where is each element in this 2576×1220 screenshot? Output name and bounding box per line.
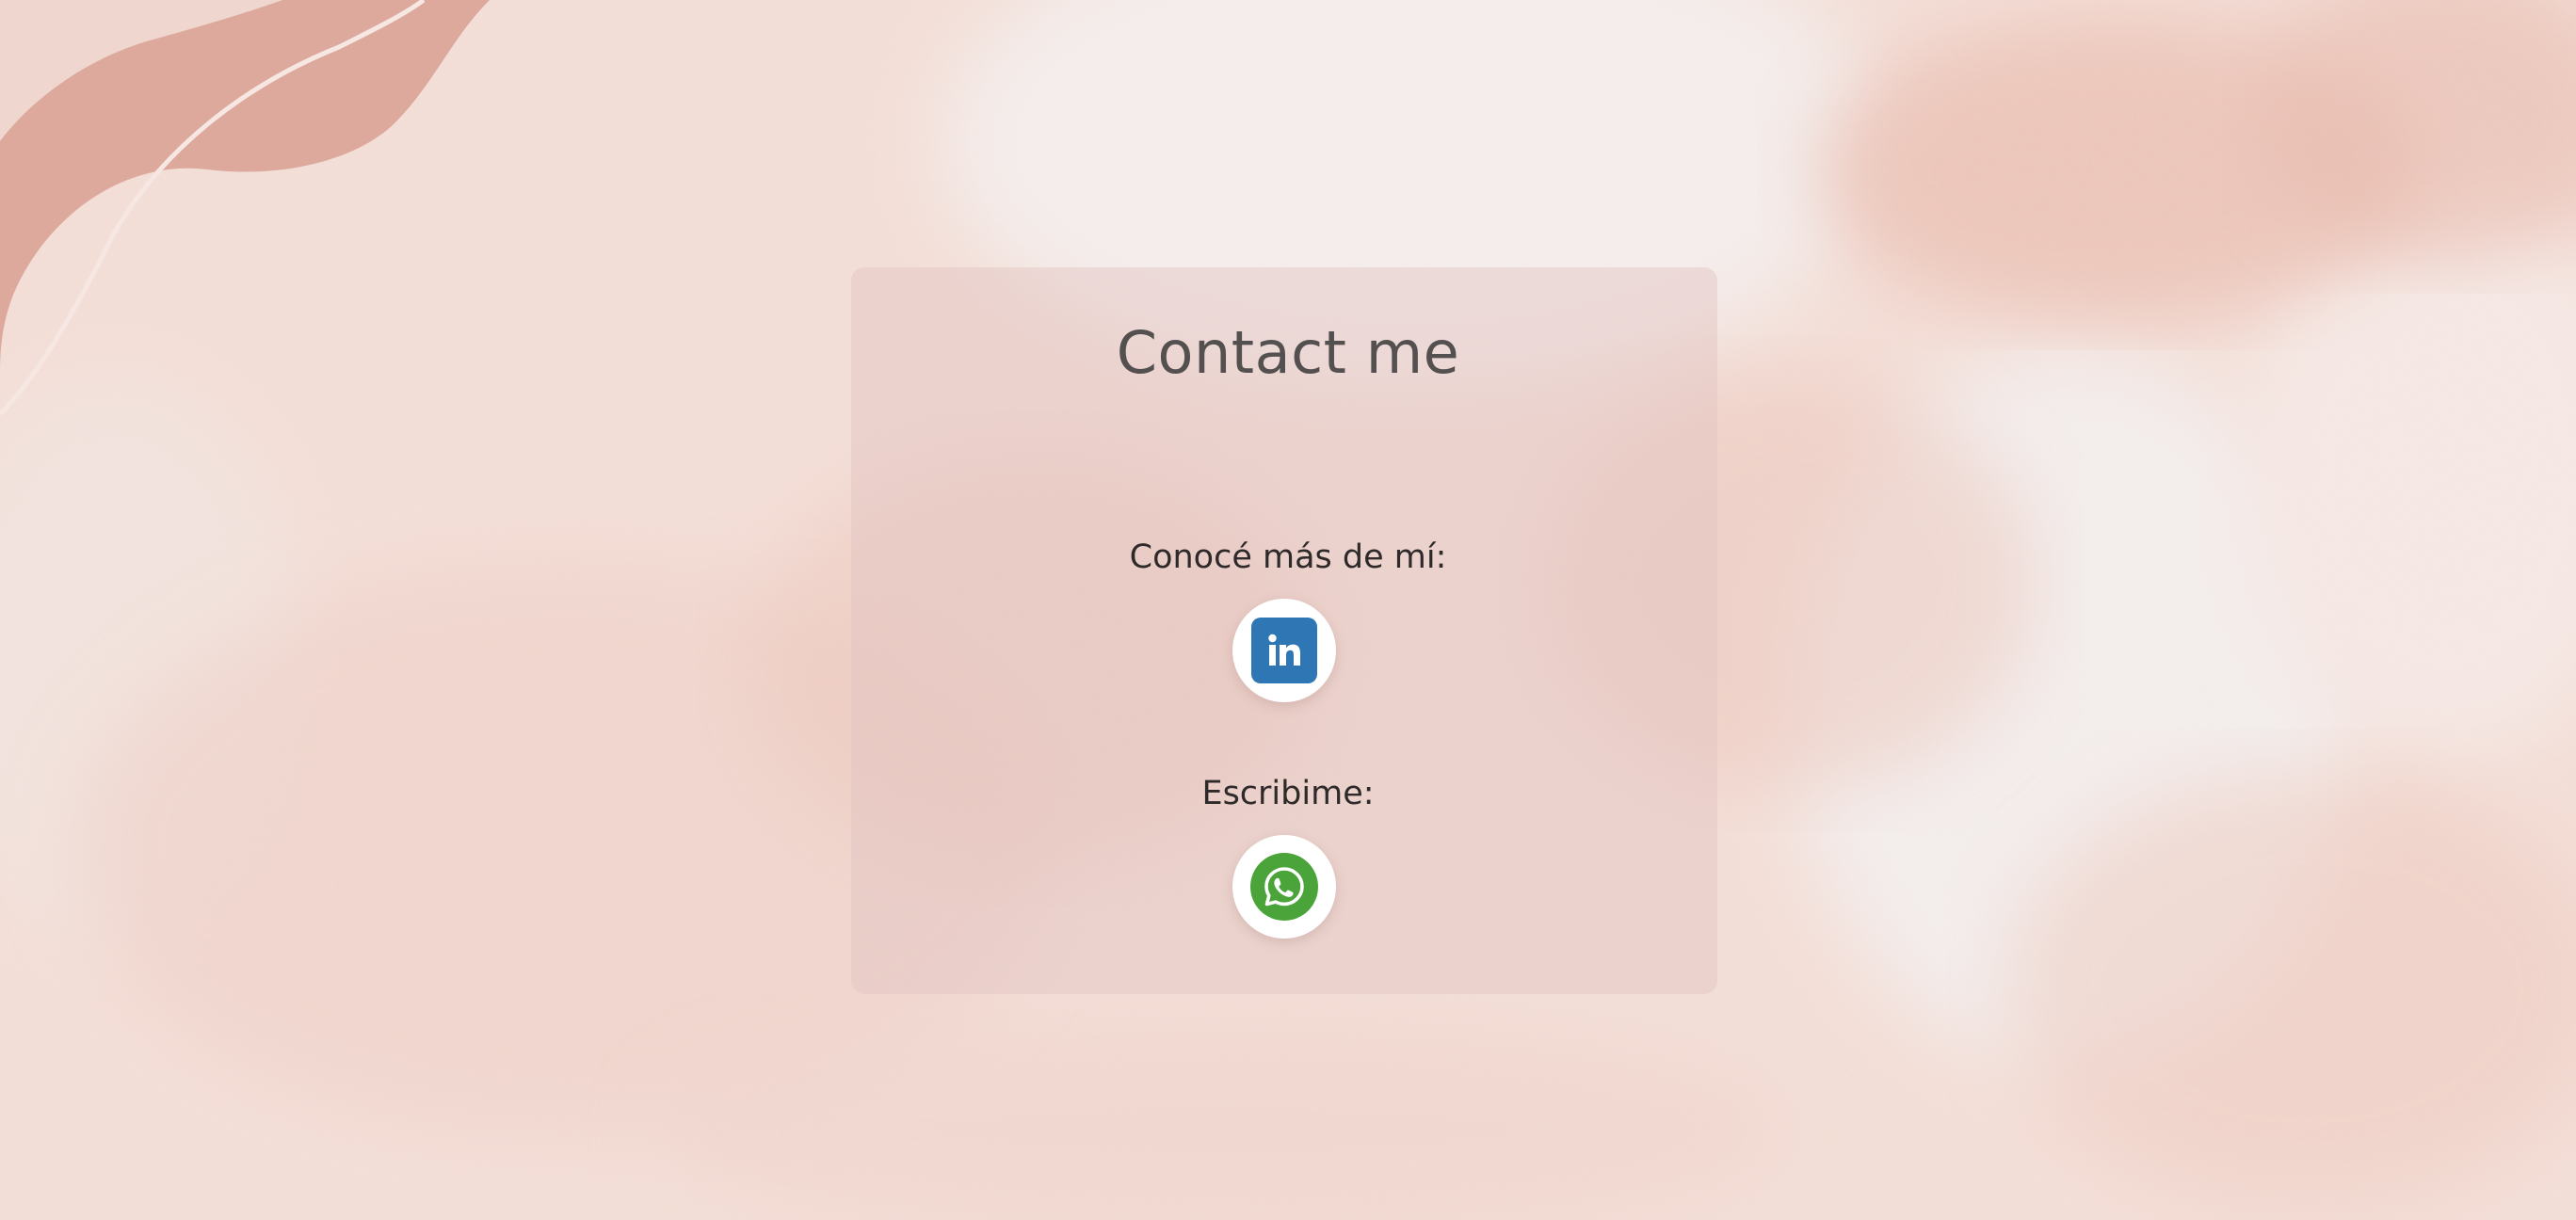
- whatsapp-button[interactable]: [1232, 835, 1336, 939]
- linkedin-prompt: Conocé más de mí:: [1129, 538, 1447, 576]
- linkedin-button[interactable]: [1232, 599, 1336, 702]
- page-title: Contact me: [1116, 318, 1460, 387]
- whatsapp-prompt: Escribime:: [1201, 775, 1375, 812]
- whatsapp-icon: [1250, 853, 1318, 921]
- linkedin-icon: [1251, 618, 1317, 683]
